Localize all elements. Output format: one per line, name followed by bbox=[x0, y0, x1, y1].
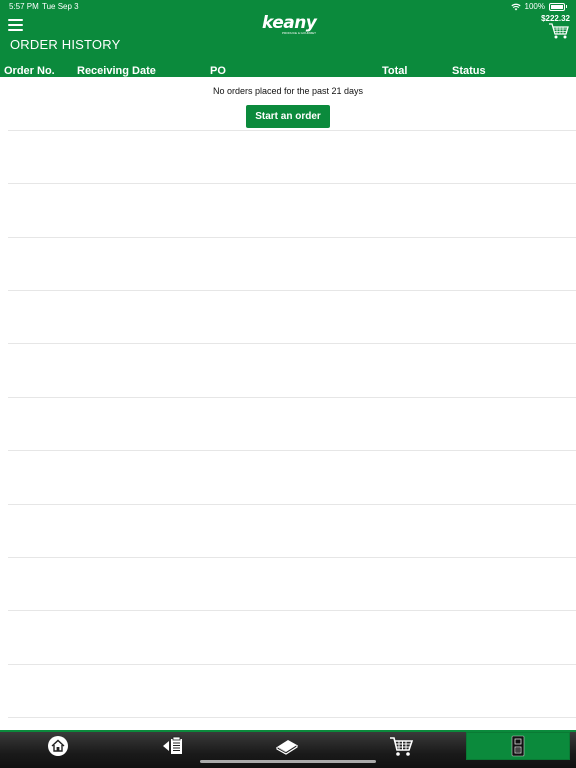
battery-tip bbox=[566, 5, 567, 8]
table-row-divider bbox=[8, 610, 576, 611]
empty-state-message: No orders placed for the past 21 days bbox=[212, 86, 364, 96]
order-guide-icon bbox=[163, 736, 182, 754]
column-header-status[interactable]: Status bbox=[452, 65, 486, 77]
status-time: 5:57 PM bbox=[9, 2, 39, 11]
table-row-divider bbox=[8, 450, 576, 451]
header-cart-icon[interactable] bbox=[548, 22, 570, 40]
logo-subtext: PRODUCE & GOURMET bbox=[282, 31, 317, 35]
tab-cart[interactable] bbox=[371, 732, 431, 760]
column-header-order-no[interactable]: Order No. bbox=[4, 65, 55, 77]
status-date: Tue Sep 3 bbox=[42, 2, 79, 11]
home-icon bbox=[48, 736, 68, 756]
menu-icon[interactable] bbox=[8, 19, 23, 31]
tab-catalog[interactable] bbox=[257, 732, 317, 760]
table-row-divider bbox=[8, 397, 576, 398]
wifi-icon bbox=[510, 3, 521, 10]
status-bar: 5:57 PM Tue Sep 3 100% bbox=[0, 0, 576, 14]
page-title: ORDER HISTORY bbox=[10, 37, 121, 52]
table-row-divider bbox=[8, 664, 576, 665]
order-history-icon bbox=[511, 735, 525, 757]
start-order-button[interactable]: Start an order bbox=[246, 105, 330, 128]
tab-order-guide[interactable] bbox=[143, 732, 203, 760]
table-row-divider bbox=[8, 237, 576, 238]
column-header-receiving-date[interactable]: Receiving Date bbox=[77, 65, 156, 77]
table-row-divider bbox=[8, 717, 576, 718]
battery-icon bbox=[549, 2, 565, 11]
column-header-total[interactable]: Total bbox=[382, 65, 407, 77]
table-row-divider bbox=[8, 130, 576, 131]
logo-text: keany bbox=[262, 13, 317, 33]
table-row-divider bbox=[8, 290, 576, 291]
cart-icon bbox=[390, 737, 414, 756]
keany-logo: keany PRODUCE & GOURMET bbox=[262, 14, 318, 38]
home-indicator bbox=[200, 760, 376, 763]
catalog-icon bbox=[276, 740, 298, 755]
tab-order-history[interactable] bbox=[466, 732, 570, 760]
app-header: 5:57 PM Tue Sep 3 100% keany PRODUCE & G… bbox=[0, 0, 576, 77]
table-row-divider bbox=[8, 504, 576, 505]
column-header-po[interactable]: PO bbox=[210, 65, 226, 77]
table-row-divider bbox=[8, 557, 576, 558]
table-row-divider bbox=[8, 343, 576, 344]
table-row-divider bbox=[8, 183, 576, 184]
battery-percent: 100% bbox=[524, 2, 545, 11]
status-right: 100% bbox=[510, 2, 567, 11]
tab-home[interactable] bbox=[28, 732, 88, 760]
